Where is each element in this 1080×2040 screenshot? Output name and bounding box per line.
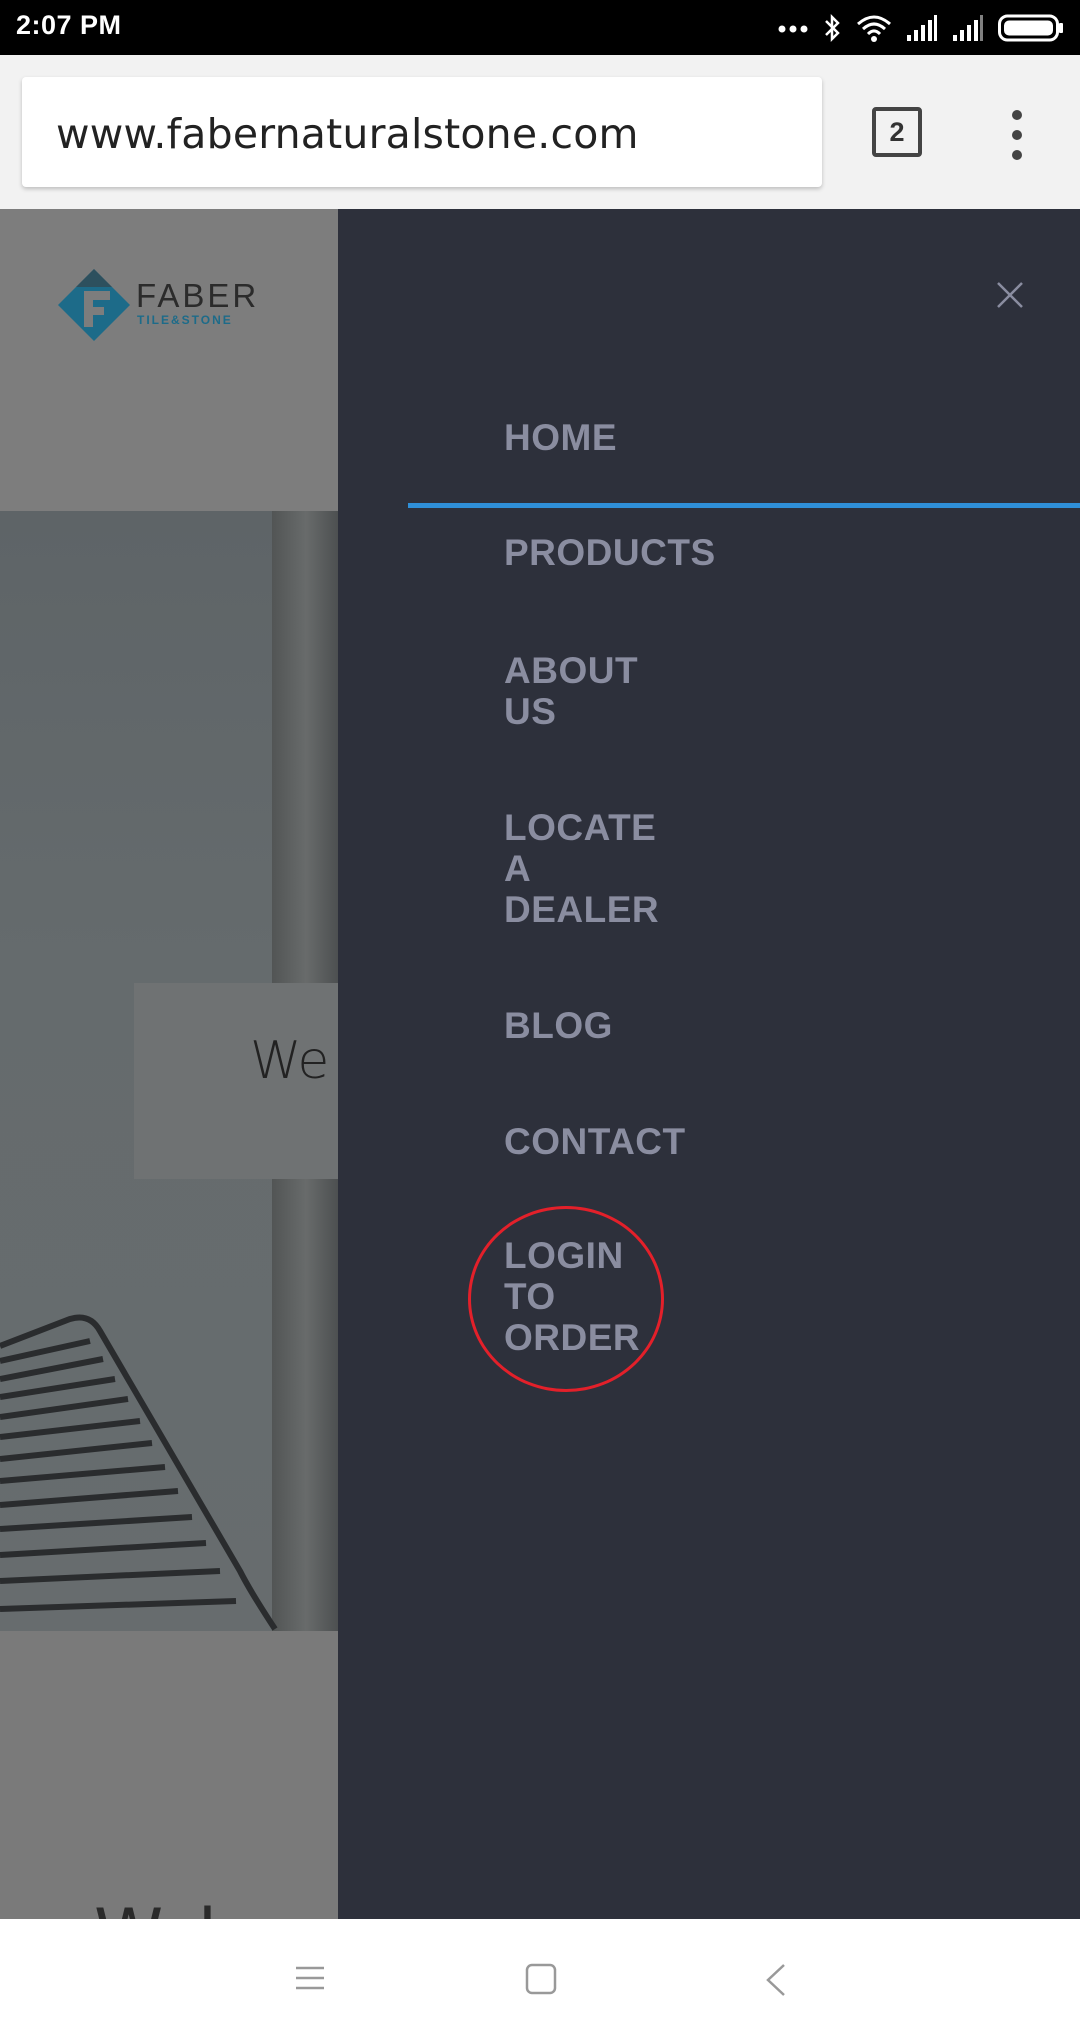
active-indicator <box>408 503 1080 508</box>
browser-toolbar: www.fabernaturalstone.com 2 <box>0 55 1080 209</box>
site-header: FABER TILE&STONE <box>0 209 340 511</box>
nav-item-contact[interactable]: CONTACT <box>504 1121 686 1162</box>
signal-icon <box>907 15 937 41</box>
tab-count: 2 <box>889 116 905 147</box>
status-time: 2:07 PM <box>16 10 122 40</box>
url-text[interactable]: www.fabernaturalstone.com <box>56 110 639 158</box>
hero-card-text: We <box>250 1031 329 1091</box>
nav-drawer: HOME PRODUCTS ABOUT US LOCATE A DEALER B… <box>338 209 1080 1919</box>
nav-item-label: HOME <box>504 417 617 458</box>
nav-item-products[interactable]: PRODUCTS <box>504 532 716 573</box>
nav-item-about-us[interactable]: ABOUT US <box>504 650 638 732</box>
faber-logo-mark-icon <box>58 269 130 341</box>
nav-item-blog[interactable]: BLOG <box>504 1005 613 1046</box>
status-bar: 2:07 PM <box>0 0 1080 55</box>
wifi-icon <box>857 15 891 42</box>
hero-card: We <box>134 983 340 1179</box>
nav-item-label: DEALER <box>504 889 660 930</box>
home-square-icon[interactable] <box>525 1963 557 1995</box>
partial-heading: W ł <box>94 1894 223 1919</box>
url-bar[interactable]: www.fabernaturalstone.com <box>22 77 822 187</box>
logo-text: FABER <box>136 277 260 314</box>
tab-switcher-button[interactable]: 2 <box>872 107 922 157</box>
battery-icon <box>998 14 1063 42</box>
back-chevron-icon[interactable] <box>764 1963 788 1997</box>
nav-item-label: LOCATE <box>504 807 657 848</box>
nav-item-label: CONTACT <box>504 1121 686 1162</box>
system-nav-bar <box>0 1919 1080 2040</box>
nav-item-label: US <box>504 691 557 732</box>
signal-icon <box>953 15 983 41</box>
chair-illustration <box>0 1314 278 1631</box>
nav-item-home[interactable]: HOME <box>504 417 617 458</box>
nav-item-label: ABOUT <box>504 650 639 691</box>
more-vert-icon[interactable] <box>1005 110 1029 160</box>
status-icons <box>778 11 1064 45</box>
nav-item-locate-a-dealer[interactable]: LOCATE A DEALER <box>504 807 659 930</box>
page-section <box>0 1631 340 1919</box>
logo-subtext: TILE&STONE <box>137 313 233 327</box>
nav-item-label: PRODUCTS <box>504 532 716 573</box>
highlight-circle <box>468 1206 664 1392</box>
nav-item-label: BLOG <box>504 1005 613 1046</box>
nav-item-label: A <box>504 848 532 889</box>
close-icon[interactable] <box>992 277 1028 313</box>
bluetooth-icon <box>825 13 840 43</box>
faber-logo[interactable]: FABER TILE&STONE <box>54 267 264 343</box>
recents-menu-icon[interactable] <box>294 1963 326 1993</box>
more-dots-icon <box>778 25 808 33</box>
hero-image: We <box>0 511 340 1631</box>
